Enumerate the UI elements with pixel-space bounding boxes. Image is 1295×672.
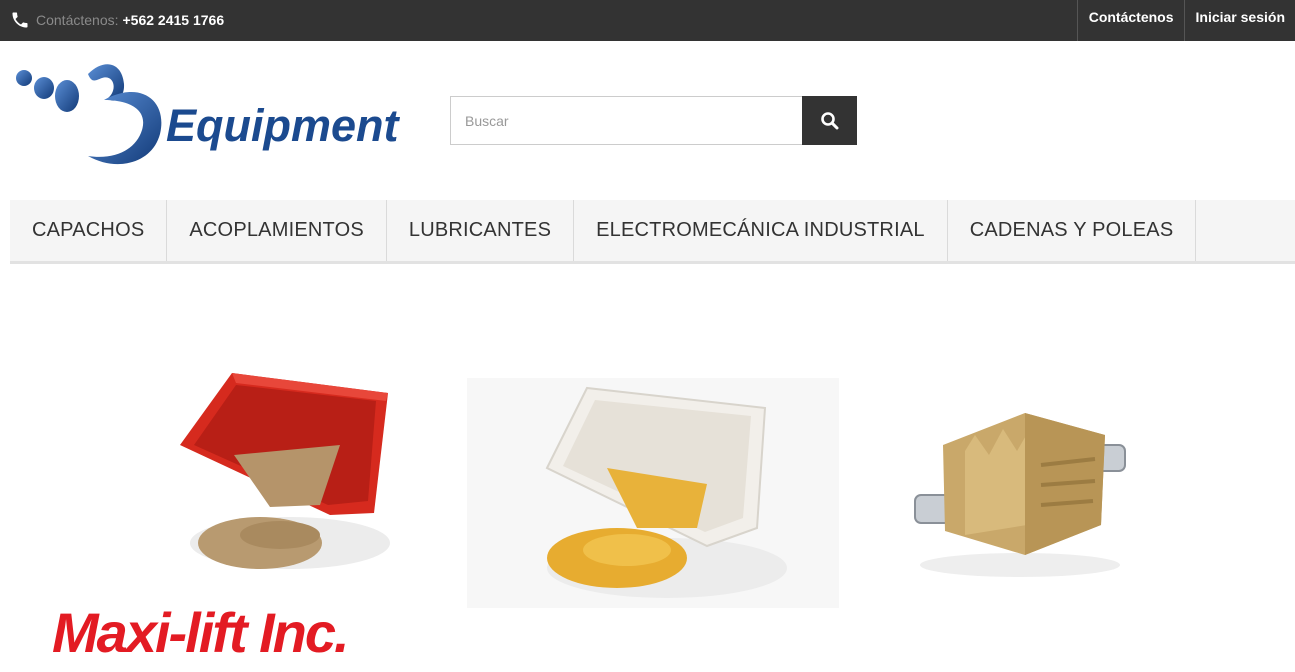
nav-item-lubricantes[interactable]: LUBRICANTES xyxy=(387,200,575,261)
contact-phone-number[interactable]: +562 2415 1766 xyxy=(123,12,225,28)
search-input[interactable] xyxy=(450,96,802,145)
maxi-lift-logo: Maxi-lift Inc. xyxy=(52,601,350,664)
red-bucket-image[interactable] xyxy=(170,365,400,585)
brass-coupling-image[interactable] xyxy=(905,405,1135,580)
contact-link[interactable]: Contáctenos xyxy=(1076,0,1184,41)
main-nav: CAPACHOS ACOPLAMIENTOS LUBRICANTES ELECT… xyxy=(10,200,1295,264)
nav-item-electromecanica-industrial[interactable]: ELECTROMECÁNICA INDUSTRIAL xyxy=(574,200,948,261)
contact-label: Contáctenos: xyxy=(36,12,119,28)
login-link[interactable]: Iniciar sesión xyxy=(1183,0,1295,41)
search-bar xyxy=(450,96,857,145)
white-bucket-image[interactable] xyxy=(467,378,839,608)
top-links: Contáctenos Iniciar sesión xyxy=(1076,0,1295,41)
nav-item-capachos[interactable]: CAPACHOS xyxy=(10,200,168,261)
nav-item-acoplamientos[interactable]: ACOPLAMIENTOS xyxy=(167,200,387,261)
search-icon xyxy=(820,111,838,129)
contact-info: Contáctenos: +562 2415 1766 xyxy=(10,8,224,32)
top-bar: Contáctenos: +562 2415 1766 Contáctenos … xyxy=(0,0,1295,41)
search-button[interactable] xyxy=(802,96,857,145)
logo-text[interactable]: Equipment xyxy=(166,100,399,152)
phone-icon xyxy=(12,12,28,28)
nav-item-cadenas-y-poleas[interactable]: CADENAS Y POLEAS xyxy=(948,200,1197,261)
